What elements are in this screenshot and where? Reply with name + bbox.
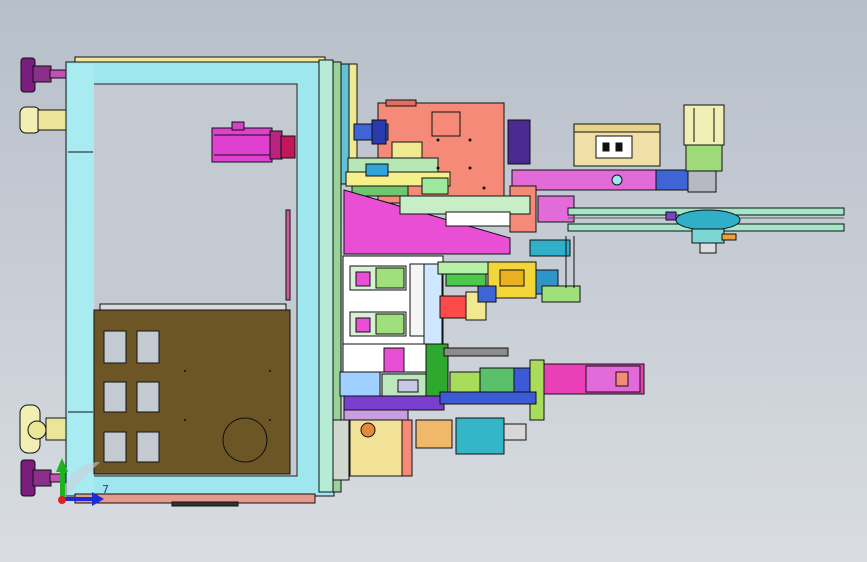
lower-assembly	[339, 343, 645, 477]
axis-label: 7	[102, 483, 109, 496]
switch-box	[573, 123, 661, 167]
electrical-panel	[93, 303, 291, 475]
middle-station	[342, 255, 489, 345]
cad-viewport[interactable]: 7	[0, 0, 867, 562]
upper-assembly	[345, 99, 531, 204]
left-casters	[19, 57, 67, 497]
wedge-plate	[343, 189, 531, 255]
right-motor	[683, 104, 725, 172]
machine-assembly-drawing	[19, 56, 845, 507]
belt-plate	[567, 207, 845, 254]
